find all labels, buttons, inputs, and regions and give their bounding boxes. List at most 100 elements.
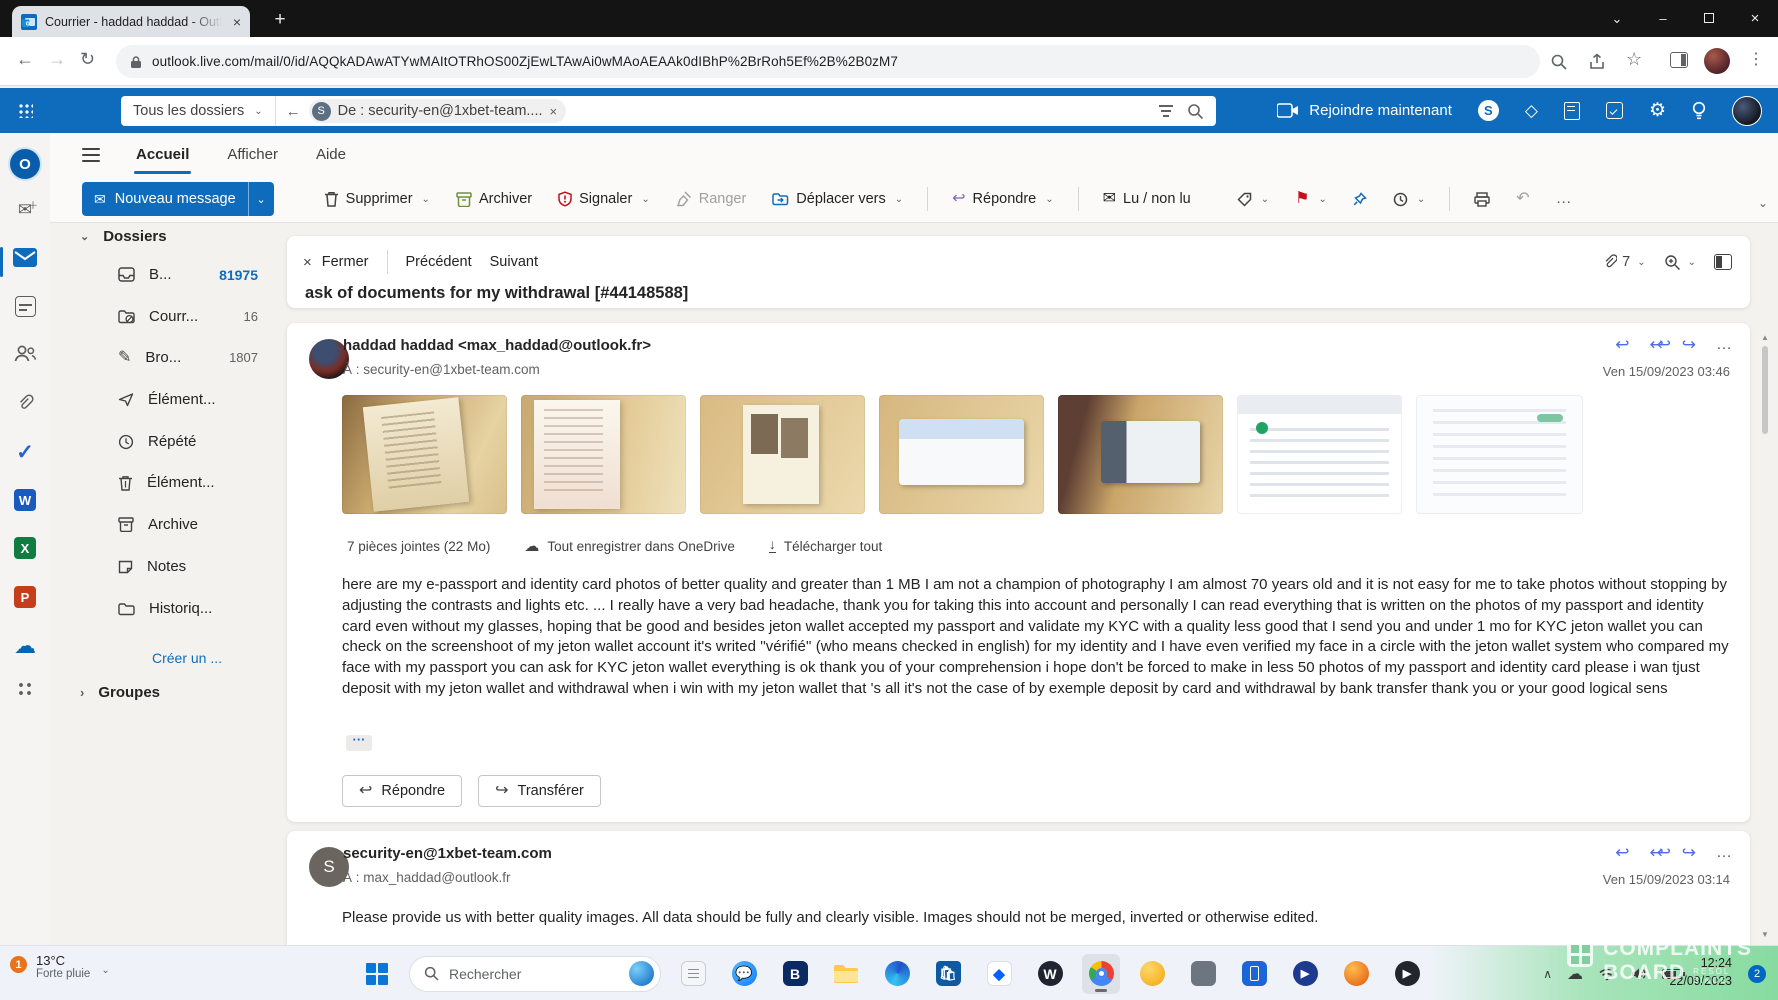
rail-people-icon[interactable] [0,344,50,362]
window-minimize-button[interactable]: – [1640,11,1686,26]
forward-button-inline[interactable]: ↪ Transférer [478,775,601,807]
back-icon[interactable]: ← [16,49,34,70]
window-menu-chevron-icon[interactable]: ⌄ [1594,11,1640,27]
taskbar-app-firefox[interactable] [1337,954,1375,994]
zoom-dropdown[interactable]: ⌄ [1664,254,1696,271]
attachment-thumbnail-7[interactable] [1416,395,1583,514]
new-message-dropdown-icon[interactable]: ⌄ [248,182,274,216]
window-close-button[interactable]: × [1732,10,1778,27]
taskbar-movies-tv[interactable]: ▶ [1286,954,1324,994]
attachment-thumbnail-2[interactable] [521,395,686,514]
app-launcher-icon[interactable] [18,103,33,118]
reply-all-icon[interactable]: ↩↩ [1650,843,1662,863]
tray-chevron-up-icon[interactable]: ∧ [1543,967,1552,981]
close-icon[interactable]: × [303,254,312,271]
folder-item-snoozed[interactable]: Répété [118,433,258,450]
pin-button[interactable] [1345,186,1375,213]
reply-all-icon[interactable]: ↩↩ [1650,335,1662,355]
reply-button[interactable]: ↩ Répondre⌄ [944,185,1061,213]
scrollbar-thumb[interactable] [1762,346,1768,434]
new-message-button[interactable]: ✉ Nouveau message ⌄ [82,182,274,216]
calendar-check-icon[interactable] [1606,102,1623,119]
taskbar-app-chrome[interactable] [1082,954,1120,994]
folders-section-header[interactable]: ⌄ Dossiers [78,228,167,245]
window-maximize-button[interactable] [1686,11,1732,26]
browser-profile-avatar[interactable] [1704,48,1730,74]
reload-icon[interactable]: ↻ [80,49,95,70]
taskbar-search[interactable]: Rechercher [409,956,661,992]
search-back-icon[interactable]: ← [286,103,301,120]
taskbar-microsoft-store[interactable]: 🛍 [929,954,967,994]
sweep-button[interactable]: Ranger [668,185,755,213]
folder-item-notes[interactable]: Notes [118,558,258,575]
rail-new-mail-icon[interactable]: ✉＋ [0,200,50,220]
ribbon-collapse-icon[interactable]: ⌄ [1758,196,1768,210]
flag-button[interactable]: ⚑⌄ [1287,185,1335,213]
message-more-icon[interactable]: … [1716,844,1732,862]
more-actions-button[interactable]: … [1548,184,1580,214]
attachment-thumbnail-6[interactable] [1237,395,1402,514]
tab-close-icon[interactable]: × [233,14,241,30]
tab-aide[interactable]: Aide [314,142,348,167]
categorize-button[interactable]: ⌄ [1229,186,1277,213]
attachments-dropdown[interactable]: 7 ⌄ [1602,254,1645,270]
attachment-thumbnail-5[interactable] [1058,395,1223,514]
account-avatar[interactable] [1732,96,1762,126]
share-icon[interactable] [1588,53,1606,71]
new-tab-button[interactable]: + [266,6,294,34]
bookmark-star-icon[interactable]: ☆ [1626,49,1642,70]
folder-item-junk[interactable]: Courr... 16 [118,308,258,325]
side-panel-icon[interactable] [1670,52,1688,68]
create-folder-link[interactable]: Créer un ... [152,650,222,666]
taskbar-media-player[interactable]: ▶ [1388,954,1426,994]
folder-item-drafts[interactable]: ✎ Bro... 1807 [118,349,258,366]
rail-excel-icon[interactable]: X [0,537,50,559]
taskbar-app-gray[interactable] [1184,954,1222,994]
taskbar-app-edge[interactable] [878,954,916,994]
volume-icon[interactable] [1631,967,1647,981]
rail-word-icon[interactable]: W [0,489,50,511]
folder-item-deleted[interactable]: Élément... [118,474,258,491]
read-unread-button[interactable]: ✉ Lu / non lu [1095,185,1199,213]
tab-accueil[interactable]: Accueil [134,142,191,167]
delete-button[interactable]: Supprimer⌄ [316,185,438,213]
rail-more-apps-icon[interactable] [0,681,50,697]
reply-button-inline[interactable]: ↩ Répondre [342,775,462,807]
folder-item-sent[interactable]: Élément... [118,391,258,408]
zoom-lens-icon[interactable] [1550,53,1568,71]
archive-button[interactable]: Archiver [448,185,540,213]
attachment-thumbnail-4[interactable] [879,395,1044,514]
search-filter-chip[interactable]: S De : security-en@1xbet-team.... × [309,99,567,123]
report-button[interactable]: Signaler⌄ [550,185,658,213]
tab-afficher[interactable]: Afficher [225,142,280,167]
snooze-button[interactable]: ⌄ [1385,186,1433,213]
browser-menu-icon[interactable]: ⋮ [1748,49,1764,69]
next-button[interactable]: Suivant [490,254,538,270]
tips-lightbulb-icon[interactable] [1692,101,1706,120]
taskbar-app-bing[interactable]: B [776,954,814,994]
taskbar-file-explorer[interactable] [827,954,865,994]
join-meeting-button[interactable]: Rejoindre maintenant [1277,102,1452,119]
search-icon[interactable] [1187,103,1204,120]
message-more-icon[interactable]: … [1716,336,1732,354]
rail-powerpoint-icon[interactable]: P [0,586,50,608]
taskbar-app-messenger[interactable]: 💬 [725,954,763,994]
rail-calendar-icon[interactable] [0,296,50,317]
taskbar-phone-link[interactable] [1235,954,1273,994]
print-button[interactable] [1466,186,1498,213]
save-all-onedrive-button[interactable]: ☁ Tout enregistrer dans OneDrive [524,537,735,555]
notes-feed-icon[interactable] [1564,102,1580,120]
chip-remove-icon[interactable]: × [550,104,558,119]
taskbar-app-dropbox[interactable]: ◆ [980,954,1018,994]
groups-section-header[interactable]: › Groupes [78,684,160,701]
start-button[interactable] [358,954,396,994]
skype-icon[interactable]: S [1478,100,1499,121]
close-label[interactable]: Fermer [322,254,369,270]
filter-icon[interactable] [1159,105,1173,116]
search-scope-dropdown[interactable]: Tous les dossiers ⌄ [121,96,276,126]
rail-todo-icon[interactable]: ✓ [0,440,50,465]
taskbar-weather-widget[interactable]: 1 13°C Forte pluie ⌄ [10,953,110,980]
previous-button[interactable]: Précédent [406,254,472,270]
forward-icon[interactable]: ↪ [1682,843,1696,863]
reply-icon[interactable]: ↩ [1615,335,1629,355]
